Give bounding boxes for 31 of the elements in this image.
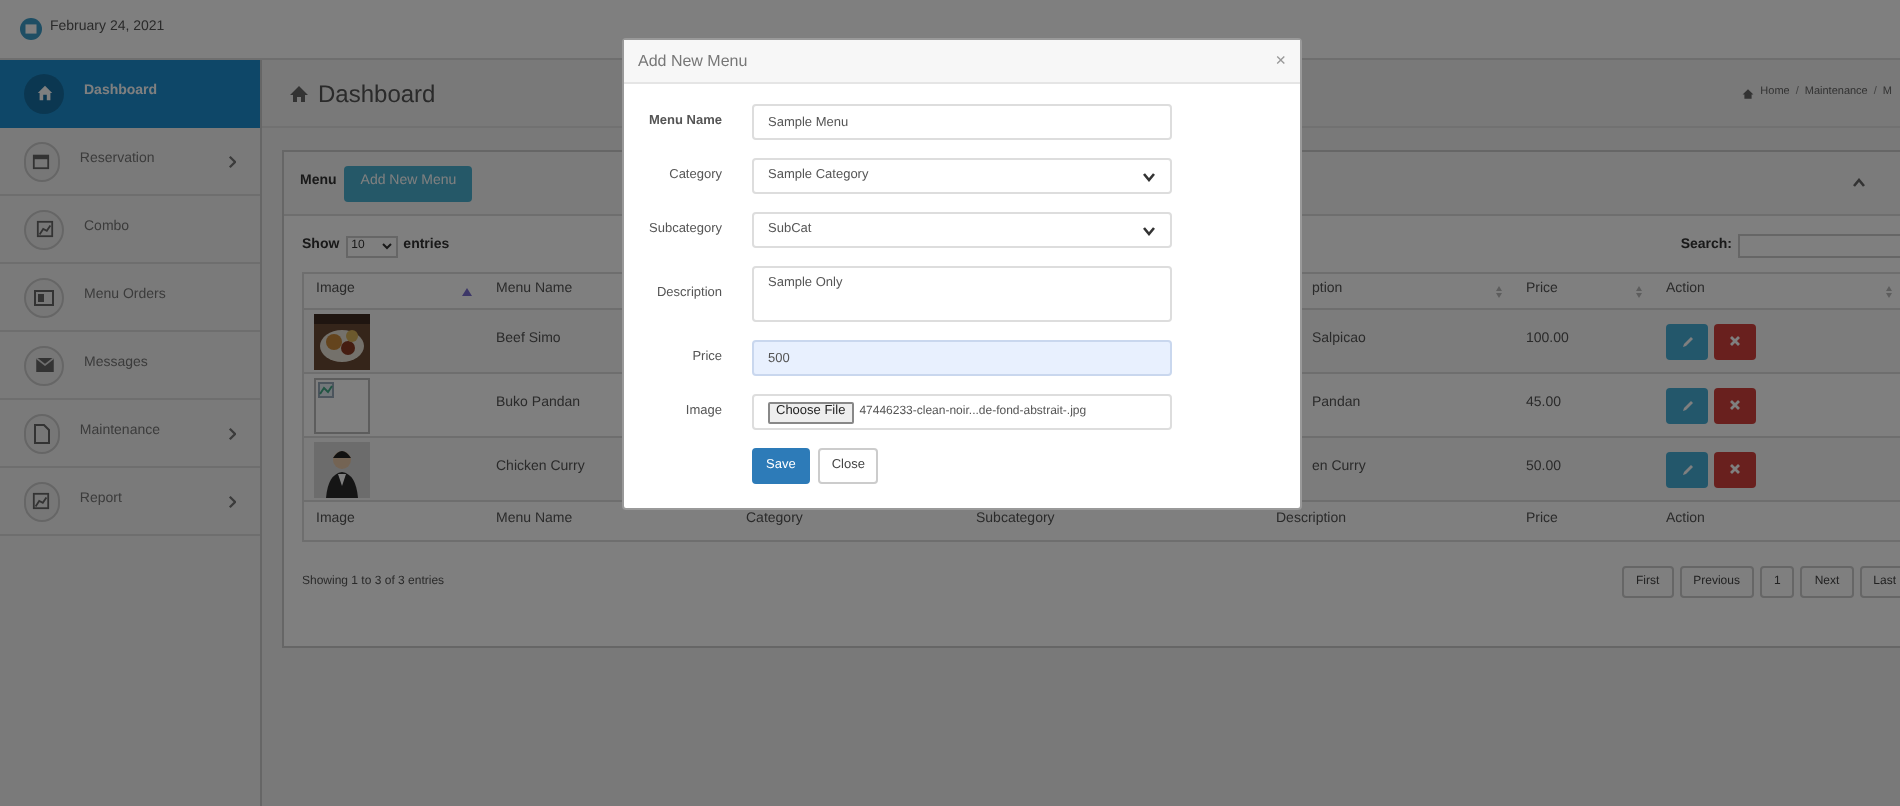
calendar-icon [32, 152, 51, 170]
close-button[interactable]: × [1275, 52, 1286, 70]
chevron-down-icon [1142, 225, 1156, 235]
page-title: Dashboard [318, 77, 436, 111]
chart-icon [35, 220, 53, 238]
edit-button[interactable] [1666, 323, 1708, 359]
file-icon [33, 423, 50, 443]
edit-button[interactable] [1666, 451, 1708, 487]
close-icon [1730, 400, 1740, 410]
delete-button[interactable] [1714, 387, 1756, 423]
chart-icon [32, 492, 51, 510]
delete-button[interactable] [1714, 323, 1756, 359]
home-icon [35, 84, 53, 102]
edit-button[interactable] [1666, 387, 1708, 423]
search-field[interactable] [1738, 234, 1900, 258]
pencil-icon [1681, 463, 1693, 475]
collapse-icon[interactable] [1852, 178, 1866, 188]
chevron-down-icon [381, 242, 392, 250]
pencil-icon [1681, 399, 1693, 411]
close-icon [1730, 336, 1740, 346]
pencil-icon [1681, 335, 1693, 347]
home-icon [288, 83, 310, 103]
calendar-icon [20, 18, 42, 40]
broken-image-icon [318, 381, 334, 397]
chevron-down-icon [1142, 171, 1156, 181]
close-icon [1730, 464, 1740, 474]
home-icon [1742, 87, 1755, 99]
dialog-title: Add New Menu [638, 49, 748, 73]
delete-button[interactable] [1714, 451, 1756, 487]
card-icon [34, 289, 54, 305]
envelope-icon [35, 358, 53, 372]
